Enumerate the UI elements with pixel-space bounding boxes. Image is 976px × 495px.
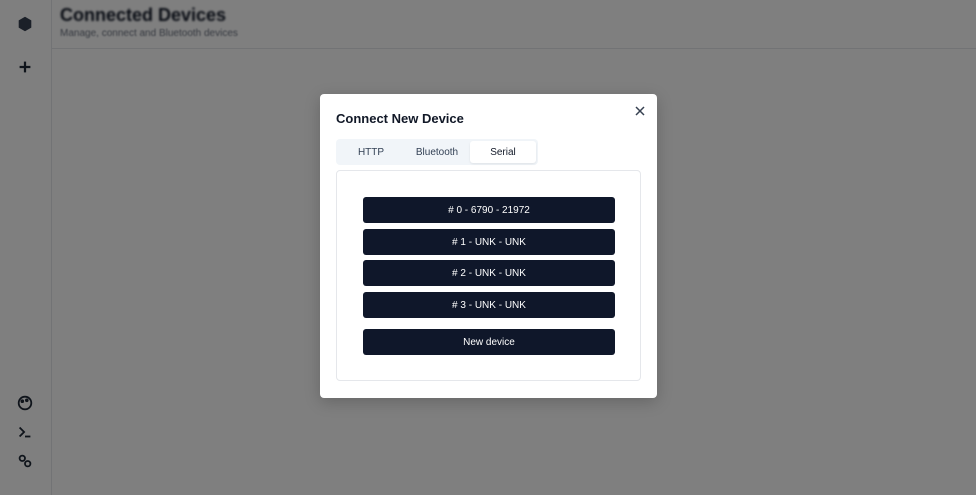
close-icon <box>635 106 645 116</box>
tab-serial[interactable]: Serial <box>470 141 536 163</box>
close-button[interactable] <box>633 104 647 118</box>
connection-tabs: HTTP Bluetooth Serial <box>336 139 538 165</box>
connect-device-modal: Connect New Device HTTP Bluetooth Serial… <box>320 94 657 398</box>
device-button-2[interactable]: # 2 - UNK - UNK <box>363 260 615 286</box>
device-button-1[interactable]: # 1 - UNK - UNK <box>363 229 615 255</box>
tab-bluetooth[interactable]: Bluetooth <box>404 141 470 163</box>
new-device-button[interactable]: New device <box>363 329 615 355</box>
serial-device-panel: # 0 - 6790 - 21972 # 1 - UNK - UNK # 2 -… <box>336 170 641 381</box>
device-button-0[interactable]: # 0 - 6790 - 21972 <box>363 197 615 223</box>
tab-http[interactable]: HTTP <box>338 141 404 163</box>
device-button-3[interactable]: # 3 - UNK - UNK <box>363 292 615 318</box>
modal-title: Connect New Device <box>336 111 464 126</box>
